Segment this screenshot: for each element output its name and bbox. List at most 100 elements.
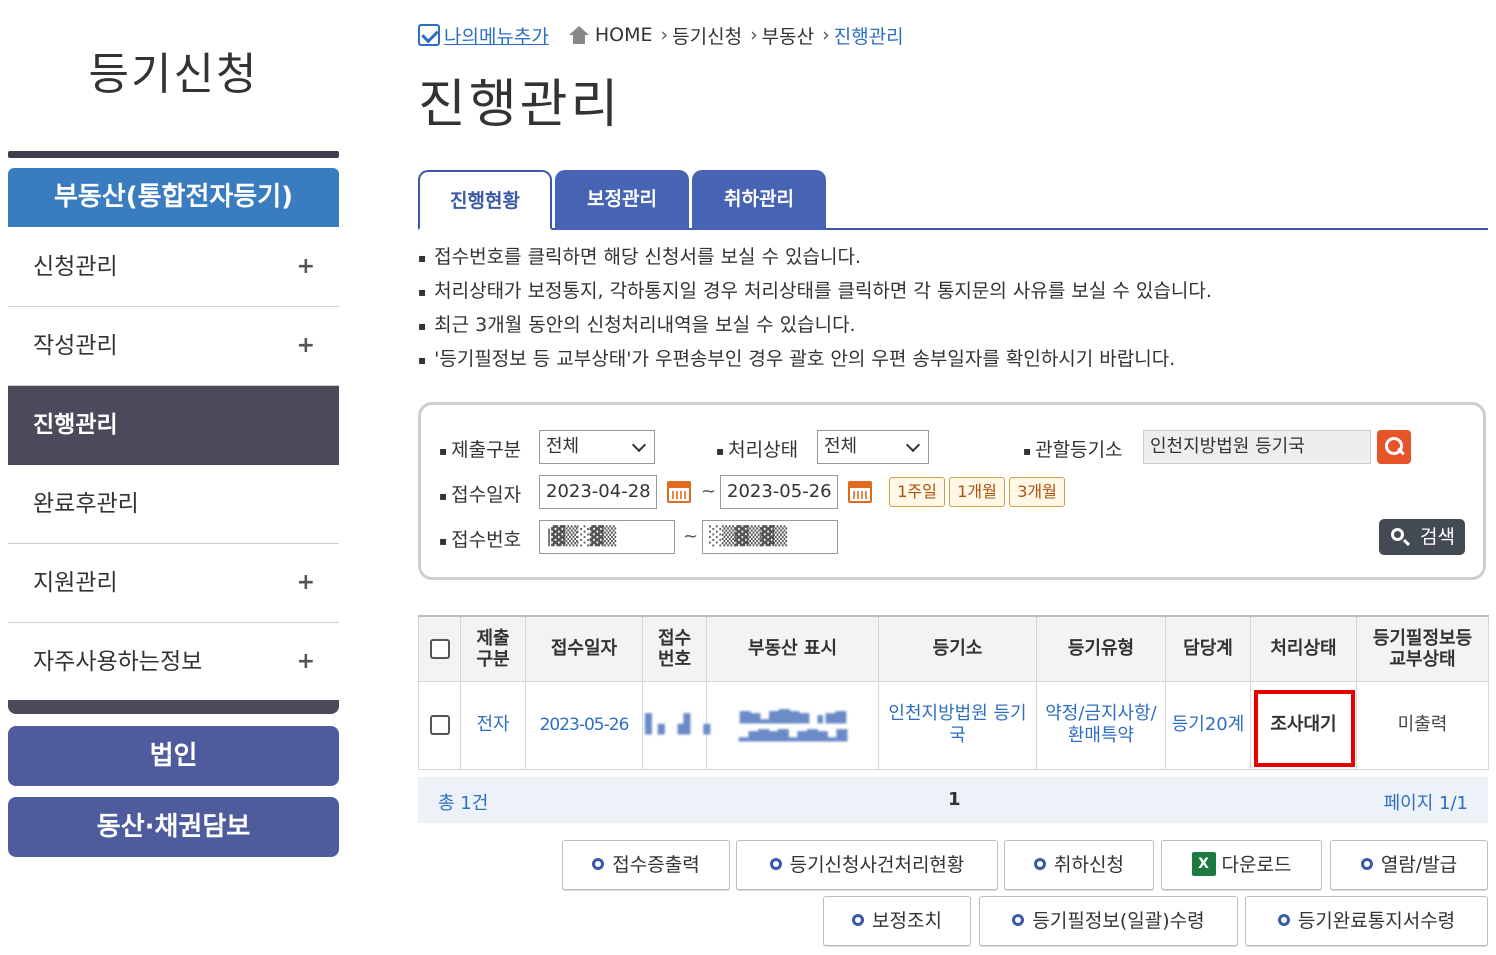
withdraw-label: 취하신청	[1054, 854, 1124, 876]
notice-list: 접수번호를 클릭하면 해당 신청서를 보실 수 있습니다. 처리상태가 보정통지…	[418, 244, 1212, 380]
notice-item: 처리상태가 보정통지, 각하통지일 경우 처리상태를 클릭하면 각 통지문의 사…	[418, 278, 1212, 312]
search-button-label: 검색	[1420, 526, 1455, 548]
view-issue-button[interactable]: 열람/발급	[1330, 840, 1488, 890]
row-number-link[interactable]: ▌▖▗▌▗	[645, 714, 710, 736]
number-from-input[interactable]: |▓▒░▓▒	[539, 520, 675, 554]
notice-item: 접수번호를 클릭하면 해당 신청서를 보실 수 있습니다.	[418, 244, 1212, 278]
sidebar-item-support[interactable]: 지원관리 +	[8, 544, 339, 623]
cert-receive-button[interactable]: 등기필정보(일괄)수령	[979, 896, 1238, 946]
row-team: 등기20계	[1165, 680, 1251, 770]
row-checkbox[interactable]	[429, 715, 450, 735]
receipt-print-button[interactable]: 접수증출력	[562, 840, 730, 890]
row-issue-status: 미출력	[1356, 680, 1489, 770]
sidebar-menu: 신청관리 + 작성관리 + 진행관리 완료후관리 지원관리 + 자주사용하는정보…	[8, 228, 339, 702]
results-table: 제출 구분 접수일자 접수 번호 부동산 표시 등기소 등기유형 담당계 처리상…	[418, 615, 1489, 770]
tab-bar: 진행현황 보정관리 취하관리	[418, 170, 1488, 230]
date-from-input[interactable]: 2023-04-28	[539, 475, 657, 509]
plus-icon[interactable]: +	[297, 228, 315, 306]
home-icon[interactable]	[568, 26, 589, 44]
status-value: 전체	[824, 436, 858, 457]
calendar-icon[interactable]	[667, 481, 691, 503]
correction-action-label: 보정조치	[872, 910, 942, 932]
tab-correction[interactable]: 보정관리	[555, 170, 689, 230]
sidebar-item-frequent-info[interactable]: 자주사용하는정보 +	[8, 623, 339, 702]
period-1-week-button[interactable]: 1주일	[889, 477, 945, 507]
plus-icon[interactable]: +	[297, 544, 315, 622]
row-status-cell[interactable]: 조사대기	[1250, 680, 1357, 770]
sidebar-item-label: 신청관리	[33, 254, 118, 280]
sidebar-item-label: 작성관리	[33, 333, 118, 359]
receipt-print-label: 접수증출력	[612, 854, 700, 876]
header-issue-status: 등기필정보등 교부상태	[1356, 615, 1489, 682]
sidebar-section-real-estate[interactable]: 부동산(통합전자등기)	[8, 168, 339, 227]
sidebar-item-progress[interactable]: 진행관리	[8, 386, 339, 465]
page-number-link[interactable]: 1	[948, 789, 961, 810]
notice-item: '등기필정보 등 교부상태'가 우편송부인 경우 괄호 안의 우편 송부일자를 …	[418, 346, 1212, 380]
row-reg-type: 약정/금지사항/환매특약	[1036, 680, 1166, 770]
sidebar-item-application[interactable]: 신청관리 +	[8, 228, 339, 307]
search-button[interactable]: 검색	[1379, 519, 1465, 555]
period-3-month-button[interactable]: 3개월	[1009, 477, 1065, 507]
chevron-down-icon	[631, 437, 647, 453]
office-search-icon[interactable]	[1377, 430, 1411, 464]
row-checkbox-cell	[418, 680, 461, 770]
period-1-month-button[interactable]: 1개월	[949, 477, 1005, 507]
circle-bullet-icon	[769, 857, 782, 870]
tab-progress-status[interactable]: 진행현황	[418, 170, 552, 230]
number-range-tilde: ~	[683, 526, 699, 547]
status-select[interactable]: 전체	[817, 430, 929, 464]
add-my-menu-link[interactable]: 나의메뉴추가	[418, 22, 549, 49]
breadcrumb-current: 진행관리	[833, 25, 904, 48]
excel-icon: X	[1191, 851, 1216, 876]
circle-bullet-icon	[1277, 913, 1290, 926]
header-status: 처리상태	[1250, 615, 1357, 682]
breadcrumb: 나의메뉴추가 HOME › 등기신청 › 부동산 › 진행관리	[418, 20, 904, 50]
chevron-down-icon	[905, 437, 921, 453]
office-label: 관할등기소	[1023, 435, 1122, 462]
sidebar-item-post-completion[interactable]: 완료후관리	[8, 465, 339, 544]
number-label: 접수번호	[439, 525, 521, 552]
add-my-menu-label: 나의메뉴추가	[444, 25, 549, 48]
sidebar-title: 등기신청	[88, 49, 259, 100]
select-all-header	[418, 615, 461, 682]
page-title: 진행관리	[418, 75, 622, 135]
circle-bullet-icon	[1012, 913, 1025, 926]
sidebar-movable-collateral-button[interactable]: 동산·채권담보	[8, 797, 339, 857]
withdraw-button[interactable]: 취하신청	[1004, 840, 1154, 890]
number-to-input[interactable]: ░▒▓▒▓▒	[702, 520, 838, 554]
pagination-bar: 총 1건 1 페이지 1/1	[418, 777, 1488, 823]
case-status-label: 등기신청사건처리현황	[789, 854, 965, 876]
plus-icon[interactable]: +	[297, 623, 315, 701]
select-all-checkbox[interactable]	[429, 639, 450, 660]
completion-notice-button[interactable]: 등기완료통지서수령	[1245, 896, 1488, 946]
download-button[interactable]: X 다운로드	[1161, 840, 1322, 890]
breadcrumb-home[interactable]: HOME	[595, 24, 653, 46]
calendar-icon[interactable]	[848, 481, 872, 503]
circle-bullet-icon	[852, 913, 865, 926]
total-count: 총 1건	[438, 793, 489, 814]
submit-type-select[interactable]: 전체	[539, 430, 655, 464]
row-property: ▆▅▂▆▇▆▅ ▗ ▅▆ ▂▅▆▅▆▂▅▆▅▂▆	[738, 707, 847, 742]
header-property: 부동산 표시	[706, 615, 879, 682]
circle-bullet-icon	[1360, 857, 1373, 870]
case-status-button[interactable]: 등기신청사건처리현황	[736, 840, 998, 890]
search-icon	[1391, 528, 1404, 541]
sidebar-item-label: 완료후관리	[33, 491, 139, 517]
breadcrumb-registration[interactable]: 등기신청	[672, 22, 742, 49]
date-to-input[interactable]: 2023-05-26	[720, 475, 838, 509]
sidebar-item-label: 진행관리	[33, 412, 118, 438]
sidebar-bottom-bar	[8, 700, 339, 714]
header-reg-type: 등기유형	[1036, 615, 1166, 682]
breadcrumb-separator: ›	[660, 24, 669, 46]
sidebar-item-drafting[interactable]: 작성관리 +	[8, 307, 339, 386]
sidebar-corporation-button[interactable]: 법인	[8, 726, 339, 786]
date-label: 접수일자	[439, 480, 521, 507]
row-status: 조사대기	[1270, 714, 1337, 735]
tab-withdrawal[interactable]: 취하관리	[692, 170, 826, 230]
breadcrumb-real-estate[interactable]: 부동산	[762, 22, 814, 49]
office-input[interactable]: 인천지방법원 등기국	[1143, 430, 1371, 464]
plus-icon[interactable]: +	[297, 307, 315, 385]
correction-action-button[interactable]: 보정조치	[823, 896, 971, 946]
download-label: 다운로드	[1221, 854, 1292, 876]
notice-item: 최근 3개월 동안의 신청처리내역을 보실 수 있습니다.	[418, 312, 1212, 346]
